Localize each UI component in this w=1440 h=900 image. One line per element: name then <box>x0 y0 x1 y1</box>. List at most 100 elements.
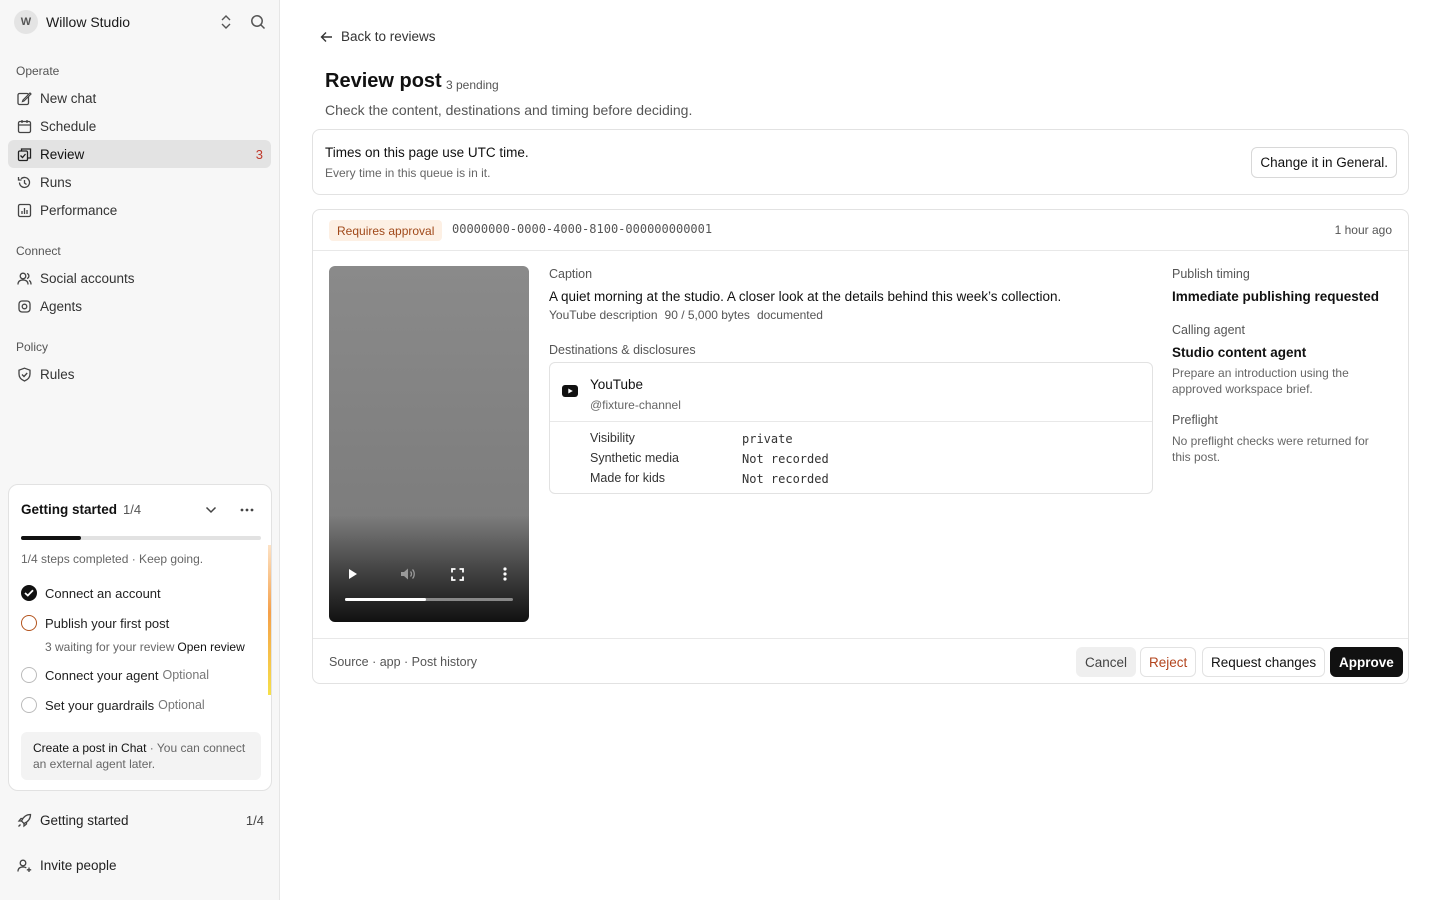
search-icon[interactable] <box>248 12 268 32</box>
play-icon[interactable] <box>345 566 361 582</box>
user-plus-icon <box>16 857 32 873</box>
video-player[interactable] <box>329 266 529 622</box>
back-label: Back to reviews <box>341 29 436 44</box>
destination-handle: @fixture-channel <box>590 398 681 412</box>
sidebar-item-performance[interactable]: Performance <box>8 196 271 224</box>
step-connect-agent[interactable]: Connect your agent Optional <box>21 667 209 683</box>
page-subtitle: Check the content, destinations and timi… <box>325 102 693 118</box>
field-synthetic-media-value: Not recorded <box>742 452 829 466</box>
getting-started-title: Getting started 1/4 <box>21 502 141 517</box>
getting-started-count: 1/4 <box>123 502 142 517</box>
arrow-left-icon <box>320 30 334 44</box>
check-circle-icon <box>21 585 37 601</box>
tip-box: Create a post in Chat · You can connect … <box>21 732 261 780</box>
history-icon <box>16 174 32 190</box>
workspace-switcher[interactable]: W Willow Studio <box>14 10 268 34</box>
getting-started-card: Getting started 1/4 1/4 steps completed ·… <box>8 484 272 791</box>
chevron-up-down-icon[interactable] <box>216 12 236 32</box>
step-label: Publish your first post <box>45 615 170 631</box>
empty-circle-icon <box>21 667 37 683</box>
page-title: Review post <box>325 70 442 92</box>
more-options-icon[interactable] <box>237 501 257 519</box>
sidebar-item-label: New chat <box>40 90 97 106</box>
publish-timing-label: Publish timing <box>1172 267 1250 281</box>
sidebar-item-schedule[interactable]: Schedule <box>8 112 271 140</box>
request-changes-button[interactable]: Request changes <box>1202 647 1326 677</box>
sidebar-item-rules[interactable]: Rules <box>8 360 271 388</box>
review-count-badge: 3 <box>255 146 263 162</box>
volume-icon[interactable] <box>400 566 416 582</box>
optional-tag: Optional <box>162 668 210 682</box>
sidebar-item-label: Agents <box>40 298 83 314</box>
source-info: Source · app · Post history <box>329 655 477 669</box>
step-label: Connect your agent <box>45 667 159 683</box>
field-visibility-label: Visibility <box>590 431 635 445</box>
reject-button[interactable]: Reject <box>1140 647 1197 677</box>
sidebar-item-agents[interactable]: Agents <box>8 292 271 320</box>
sidebar-item-label: Rules <box>40 366 75 382</box>
step-sub-note: 3 waiting for your review Open review <box>45 640 245 654</box>
sidebar-item-runs[interactable]: Runs <box>8 168 271 196</box>
approve-button[interactable]: Approve <box>1330 647 1403 677</box>
review-post-card: Requires approval 00000000-0000-4000-810… <box>312 209 1409 684</box>
agent-icon <box>16 298 32 314</box>
workspace-avatar: W <box>14 10 38 34</box>
sidebar-item-label: Schedule <box>40 118 97 134</box>
description-meta: YouTube description 90 / 5,000 bytes docum… <box>549 308 830 322</box>
chart-icon <box>16 202 32 218</box>
destination-youtube: YouTube @fixture-channel Visibility priv… <box>549 362 1153 494</box>
timezone-title: Times on this page use UTC time. <box>325 145 529 160</box>
collapse-chevron-icon[interactable] <box>202 501 220 519</box>
section-label-policy: Policy <box>16 340 49 354</box>
calling-agent-desc: Prepare an introduction using the approv… <box>1172 366 1349 396</box>
change-timezone-button[interactable]: Change it in General. <box>1251 147 1397 178</box>
video-progress-track[interactable] <box>345 598 513 601</box>
getting-started-nav-item[interactable]: Getting started 1/4 <box>16 812 266 828</box>
calling-agent-label: Calling agent <box>1172 323 1245 337</box>
divider <box>550 421 1152 422</box>
step-connect-account[interactable]: Connect an account <box>21 585 161 601</box>
field-made-for-kids-value: Not recorded <box>742 472 829 486</box>
step-sub-text: 3 waiting for your review <box>45 640 175 654</box>
cancel-button[interactable]: Cancel <box>1076 647 1137 677</box>
workspace-name: Willow Studio <box>46 14 131 30</box>
destinations-label: Destinations & disclosures <box>549 343 696 357</box>
pending-count: 3 pending <box>446 78 499 92</box>
open-review-link[interactable]: Open review <box>177 640 244 654</box>
sidebar-item-label: Social accounts <box>40 270 135 286</box>
tip-link[interactable]: Create a post in Chat <box>33 741 146 755</box>
nav-label: Getting started <box>40 812 129 828</box>
youtube-icon <box>562 385 578 397</box>
publish-timing-value: Immediate publishing requested <box>1172 289 1380 304</box>
review-icon <box>16 146 32 162</box>
step-publish-first-post[interactable]: Publish your first post <box>21 615 169 631</box>
desc-meta-bytes: 90 / 5,000 bytes <box>664 308 750 322</box>
back-to-reviews-link[interactable]: Back to reviews <box>320 29 436 44</box>
timezone-notice: Times on this page use UTC time. Every t… <box>312 129 1409 195</box>
users-icon <box>16 270 32 286</box>
section-label-connect: Connect <box>16 244 61 258</box>
optional-tag: Optional <box>158 698 205 712</box>
fullscreen-icon[interactable] <box>449 566 465 582</box>
caption-label: Caption <box>549 267 593 281</box>
step-label: Set your guardrails <box>45 697 155 713</box>
sidebar-item-review[interactable]: Review 3 <box>8 140 271 168</box>
edit-icon <box>16 90 32 106</box>
progress-note: 1/4 steps completed · Keep going. <box>21 552 204 566</box>
sidebar-item-social-accounts[interactable]: Social accounts <box>8 264 271 292</box>
preflight-text: No preflight checks were returned for th… <box>1172 434 1369 464</box>
step-label: Connect an account <box>45 585 161 601</box>
field-visibility-value: private <box>742 432 793 446</box>
sidebar-item-label: Runs <box>40 174 72 190</box>
card-footer: Source · app · Post history Cancel Rejec… <box>313 638 1408 684</box>
sidebar: W Willow Studio Operate New chat Schedul… <box>0 0 280 900</box>
step-set-guardrails[interactable]: Set your guardrails Optional <box>21 697 205 713</box>
card-header: Requires approval 00000000-0000-4000-810… <box>313 210 1408 251</box>
field-made-for-kids-label: Made for kids <box>590 471 666 485</box>
video-progress-fill <box>345 598 426 601</box>
shield-icon <box>16 366 32 382</box>
invite-people-item[interactable]: Invite people <box>16 857 266 873</box>
progress-bar <box>21 536 261 540</box>
sidebar-item-new-chat[interactable]: New chat <box>8 84 271 112</box>
more-vertical-icon[interactable] <box>497 566 513 582</box>
